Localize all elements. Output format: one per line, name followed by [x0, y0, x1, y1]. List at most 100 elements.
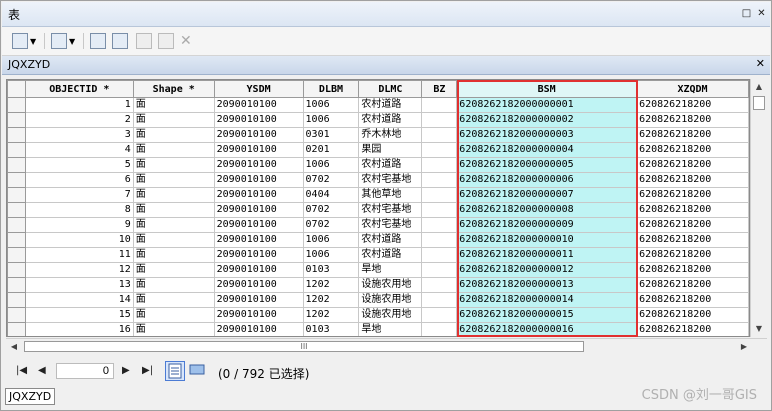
cell-bz[interactable]	[421, 187, 458, 203]
column-header-shape[interactable]: Shape *	[132, 80, 215, 98]
cell-dlbm[interactable]: 1202	[302, 307, 360, 323]
cell-xzqdm[interactable]: 620826218200	[636, 232, 749, 248]
cell-dlbm[interactable]: 0702	[302, 172, 360, 188]
first-record-icon[interactable]: |◀	[16, 365, 27, 376]
switch-selection-button[interactable]	[112, 32, 128, 50]
cell-ysdm[interactable]: 2090010100	[213, 202, 304, 218]
cell-xzqdm[interactable]: 620826218200	[636, 127, 749, 143]
row-selector[interactable]	[7, 202, 26, 218]
cell-ysdm[interactable]: 2090010100	[213, 127, 304, 143]
cell-objectid[interactable]: 12	[24, 262, 134, 278]
cell-dlbm[interactable]: 0103	[302, 262, 360, 278]
zoom-to-selected-button[interactable]	[158, 32, 174, 50]
cell-dlbm[interactable]: 1202	[302, 277, 360, 293]
cell-bsm[interactable]: 6208262182000000013	[456, 277, 638, 293]
cell-dlbm[interactable]: 1006	[302, 112, 360, 128]
scroll-down-icon[interactable]: ▼	[751, 321, 767, 337]
cell-bsm[interactable]: 6208262182000000006	[456, 172, 638, 188]
last-record-icon[interactable]: ▶|	[142, 365, 153, 376]
cell-shape[interactable]: 面	[132, 277, 215, 293]
cell-xzqdm[interactable]: 620826218200	[636, 292, 749, 308]
cell-dlbm[interactable]: 0201	[302, 142, 360, 158]
table-row[interactable]: 2 面 2090010100 1006 农村道路 6208262182000000002 6…	[7, 112, 749, 128]
cell-shape[interactable]: 面	[132, 127, 215, 143]
cell-bsm[interactable]: 6208262182000000004	[456, 142, 638, 158]
cell-objectid[interactable]: 5	[24, 157, 134, 173]
cell-shape[interactable]: 面	[132, 142, 215, 158]
cell-ysdm[interactable]: 2090010100	[213, 292, 304, 308]
cell-dlmc[interactable]: 农村宅基地	[358, 172, 423, 188]
table-row[interactable]: 9 面 2090010100 0702 农村宅基地 6208262182000000009…	[7, 217, 749, 233]
cell-dlbm[interactable]: 1006	[302, 247, 360, 263]
cell-objectid[interactable]: 13	[24, 277, 134, 293]
cell-objectid[interactable]: 1	[24, 97, 134, 113]
cell-objectid[interactable]: 11	[24, 247, 134, 263]
previous-record-icon[interactable]: ◀	[38, 365, 46, 376]
cell-shape[interactable]: 面	[132, 232, 215, 248]
clear-selection-button[interactable]	[136, 32, 152, 50]
cell-objectid[interactable]: 14	[24, 292, 134, 308]
table-row[interactable]: 5 面 2090010100 1006 农村道路 6208262182000000005 6…	[7, 157, 749, 173]
cell-shape[interactable]: 面	[132, 247, 215, 263]
cell-dlmc[interactable]: 农村道路	[358, 97, 423, 113]
column-header-dlbm[interactable]: DLBM	[302, 80, 360, 98]
cell-shape[interactable]: 面	[132, 292, 215, 308]
bottom-table-tab[interactable]: JQXZYD	[5, 388, 56, 405]
table-row[interactable]: 11 面 2090010100 1006 农村道路 6208262182000000011…	[7, 247, 749, 263]
table-row[interactable]: 7 面 2090010100 0404 其他草地 6208262182000000007 6…	[7, 187, 749, 203]
row-selector[interactable]	[7, 322, 26, 336]
row-selector[interactable]	[7, 232, 26, 248]
cell-ysdm[interactable]: 2090010100	[213, 112, 304, 128]
row-selector[interactable]	[7, 262, 26, 278]
cell-xzqdm[interactable]: 620826218200	[636, 202, 749, 218]
cell-dlmc[interactable]: 农村道路	[358, 157, 423, 173]
cell-dlbm[interactable]: 0702	[302, 217, 360, 233]
column-header-dlmc[interactable]: DLMC	[358, 80, 423, 98]
cell-bsm[interactable]: 6208262182000000015	[456, 307, 638, 323]
cell-bz[interactable]	[421, 172, 458, 188]
table-tab[interactable]: JQXZYD ✕	[2, 56, 770, 75]
cell-xzqdm[interactable]: 620826218200	[636, 247, 749, 263]
table-row[interactable]: 8 面 2090010100 0702 农村宅基地 6208262182000000008…	[7, 202, 749, 218]
cell-dlmc[interactable]: 果园	[358, 142, 423, 158]
vertical-scrollbar[interactable]: ▲ ▼	[750, 79, 767, 337]
table-row[interactable]: 14 面 2090010100 1202 设施农用地 620826218200000001…	[7, 292, 749, 308]
cell-objectid[interactable]: 4	[24, 142, 134, 158]
cell-objectid[interactable]: 2	[24, 112, 134, 128]
cell-ysdm[interactable]: 2090010100	[213, 322, 304, 336]
cell-shape[interactable]: 面	[132, 157, 215, 173]
cell-xzqdm[interactable]: 620826218200	[636, 277, 749, 293]
row-selector[interactable]	[7, 187, 26, 203]
column-header-xzqdm[interactable]: XZQDM	[636, 80, 749, 98]
row-selector[interactable]	[7, 157, 26, 173]
cell-ysdm[interactable]: 2090010100	[213, 172, 304, 188]
cell-dlmc[interactable]: 设施农用地	[358, 307, 423, 323]
cell-bz[interactable]	[421, 127, 458, 143]
cell-objectid[interactable]: 7	[24, 187, 134, 203]
row-selector[interactable]	[7, 247, 26, 263]
cell-dlmc[interactable]: 农村宅基地	[358, 202, 423, 218]
cell-objectid[interactable]: 15	[24, 307, 134, 323]
close-icon[interactable]: ✕	[756, 8, 767, 19]
cell-bz[interactable]	[421, 97, 458, 113]
cell-xzqdm[interactable]: 620826218200	[636, 157, 749, 173]
row-selector[interactable]	[7, 112, 26, 128]
column-header-bz[interactable]: BZ	[421, 80, 458, 98]
cell-xzqdm[interactable]: 620826218200	[636, 262, 749, 278]
cell-ysdm[interactable]: 2090010100	[213, 187, 304, 203]
cell-bsm[interactable]: 6208262182000000005	[456, 157, 638, 173]
cell-bsm[interactable]: 6208262182000000012	[456, 262, 638, 278]
show-selected-records-button[interactable]	[188, 361, 208, 381]
row-selector[interactable]	[7, 217, 26, 233]
show-all-records-button[interactable]	[165, 361, 185, 381]
next-record-icon[interactable]: ▶	[122, 365, 130, 376]
cell-dlmc[interactable]: 旱地	[358, 322, 423, 336]
row-selector-header[interactable]	[7, 80, 26, 98]
scroll-up-icon[interactable]: ▲	[751, 79, 767, 95]
cell-shape[interactable]: 面	[132, 202, 215, 218]
cell-shape[interactable]: 面	[132, 97, 215, 113]
row-selector[interactable]	[7, 292, 26, 308]
cell-bz[interactable]	[421, 307, 458, 323]
table-row[interactable]: 6 面 2090010100 0702 农村宅基地 6208262182000000006…	[7, 172, 749, 188]
cell-ysdm[interactable]: 2090010100	[213, 97, 304, 113]
